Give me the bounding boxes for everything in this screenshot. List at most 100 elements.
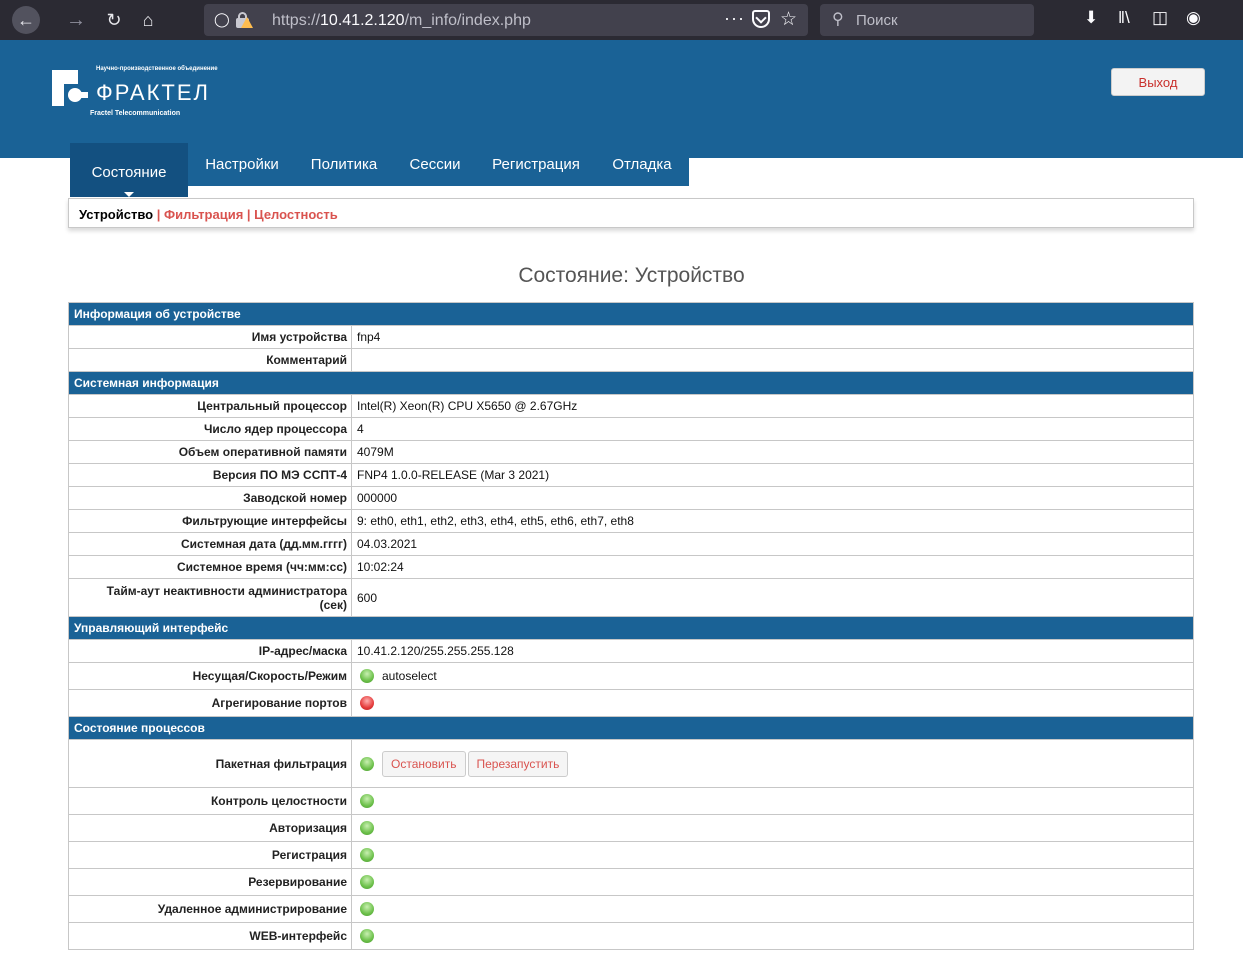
row-value: 10.41.2.120/255.255.255.128 [351, 639, 1194, 663]
row-value: Остановить Перезапустить [351, 739, 1194, 788]
url-text[interactable]: https://10.41.2.120/m_info/index.php [272, 12, 531, 30]
restart-button[interactable]: Перезапустить [467, 750, 569, 777]
row-value: 600 [351, 578, 1194, 617]
row-key: Тайм-аут неактивности администратора (се… [68, 578, 352, 617]
tab-state-label: Состояние [91, 163, 167, 181]
table-row: Несущая/Скорость/Режим autoselect [68, 662, 1194, 690]
home-icon[interactable]: ⌂ [136, 8, 160, 32]
subnav-integrity[interactable]: | Целостность [247, 207, 338, 222]
table-row: Пакетная фильтрация Остановить Перезапусти… [68, 739, 1194, 788]
status-green-icon [360, 794, 374, 809]
table-row: Версия ПО МЭ ССПТ-4 FNP4 1.0.0-RELEASE (M… [68, 463, 1194, 487]
row-key: Авторизация [68, 814, 352, 842]
tab-settings[interactable]: Настройки [196, 143, 288, 186]
section-header: Информация об устройстве [68, 302, 1194, 326]
carrier-value: autoselect [382, 668, 437, 683]
page-actions-icon[interactable]: ··· [724, 8, 745, 29]
tab-sessions-label: Сессии [409, 156, 461, 173]
status-green-icon [360, 848, 374, 863]
section-device-title: Информация об устройстве [68, 302, 1194, 326]
tab-debug[interactable]: Отладка [602, 143, 682, 186]
row-key: Центральный процессор [68, 394, 352, 418]
tab-settings-label: Настройки [205, 156, 279, 173]
downloads-icon[interactable]: ⬇ [1084, 8, 1098, 28]
row-value [351, 841, 1194, 869]
row-value: fnp4 [351, 325, 1194, 349]
forward-arrow-icon[interactable]: → [64, 8, 88, 32]
table-row: Имя устройства fnp4 [68, 325, 1194, 349]
section-header: Системная информация [68, 371, 1194, 395]
row-value [351, 689, 1194, 717]
row-value: 04.03.2021 [351, 532, 1194, 556]
table-row: Удаленное администрирование [68, 895, 1194, 923]
status-green-icon [360, 756, 374, 771]
row-value [351, 787, 1194, 815]
browser-toolbar: ← → ↻ ⌂ ◯ https://10.41.2.120/m_info/ind… [0, 0, 1243, 40]
status-green-icon [360, 821, 374, 836]
status-green-icon [360, 929, 374, 944]
table-row: Контроль целостности [68, 787, 1194, 815]
row-value: FNP4 1.0.0-RELEASE (Mar 3 2021) [351, 463, 1194, 487]
stop-button[interactable]: Остановить [382, 750, 466, 777]
tab-policy[interactable]: Политика [300, 143, 388, 186]
table-row: Фильтрующие интерфейсы 9: eth0, eth1, eth… [68, 509, 1194, 533]
table-row: Объем оперативной памяти 4079M [68, 440, 1194, 464]
table-row: Тайм-аут неактивности администратора (се… [68, 578, 1194, 617]
site-header: Научно-производственное объединение ФРАК… [0, 40, 1243, 158]
fractel-logo: Научно-производственное объединение ФРАК… [52, 66, 242, 126]
row-value: autoselect [351, 662, 1194, 690]
page-title: Состояние: Устройство [518, 264, 745, 287]
logo-tagline: Научно-производственное объединение [96, 66, 218, 72]
sidebar-icon[interactable]: ◫ [1152, 8, 1168, 28]
row-key: Имя устройства [68, 325, 352, 349]
row-key: Контроль целостности [68, 787, 352, 815]
row-value: 4079M [351, 440, 1194, 464]
table-row: Заводской номер 000000 [68, 486, 1194, 510]
row-value: Intel(R) Xeon(R) CPU X5650 @ 2.67GHz [351, 394, 1194, 418]
fractel-logo-mark [52, 70, 92, 110]
row-key: Системное время (чч:мм:сс) [68, 555, 352, 579]
table-row: Системная дата (дд.мм.гггг) 04.03.2021 [68, 532, 1194, 556]
section-mgmt-title: Управляющий интерфейс [68, 616, 1194, 640]
tab-policy-label: Политика [310, 156, 378, 173]
table-row: Авторизация [68, 814, 1194, 842]
subnav-filtering[interactable]: | Фильтрация [157, 207, 244, 222]
section-processes-title: Состояние процессов [68, 716, 1194, 740]
search-icon: ⚲ [832, 11, 844, 28]
shield-icon[interactable]: ◯ [214, 11, 230, 28]
subnav-device[interactable]: Устройство [79, 207, 153, 222]
tab-state[interactable]: Состояние [70, 147, 188, 197]
tab-sessions[interactable]: Сессии [400, 143, 470, 186]
search-placeholder: Поиск [856, 12, 898, 29]
search-input[interactable]: ⚲ Поиск [820, 4, 1034, 36]
row-value: 10:02:24 [351, 555, 1194, 579]
row-key: Пакетная фильтрация [68, 739, 352, 788]
tab-registration[interactable]: Регистрация [482, 143, 590, 186]
account-icon[interactable]: ◉ [1186, 8, 1201, 28]
bookmark-star-icon[interactable]: ☆ [780, 8, 797, 31]
table-row: WEB-интерфейс [68, 922, 1194, 950]
reload-icon[interactable]: ↻ [102, 8, 126, 32]
row-key: Фильтрующие интерфейсы [68, 509, 352, 533]
row-value [351, 922, 1194, 950]
row-key: Регистрация [68, 841, 352, 869]
table-row: Центральный процессор Intel(R) Xeon(R) CP… [68, 394, 1194, 418]
status-green-icon [360, 669, 374, 684]
url-bar[interactable]: ◯ https://10.41.2.120/m_info/index.php ·… [204, 4, 808, 36]
insecure-lock-icon[interactable] [236, 12, 253, 28]
row-value: 9: eth0, eth1, eth2, eth3, eth4, eth5, e… [351, 509, 1194, 533]
row-key: Несущая/Скорость/Режим [68, 662, 352, 690]
row-key: IP-адрес/маска [68, 639, 352, 663]
row-key: Число ядер процессора [68, 417, 352, 441]
status-green-icon [360, 902, 374, 917]
logout-button[interactable]: Выход [1111, 68, 1205, 96]
library-icon[interactable]: ‖\ [1118, 8, 1130, 28]
row-key: Объем оперативной памяти [68, 440, 352, 464]
logo-subtitle: Fractel Telecommunication [90, 110, 181, 117]
back-arrow-icon[interactable]: ← [12, 6, 40, 34]
status-green-icon [360, 875, 374, 890]
pocket-icon[interactable] [752, 10, 770, 28]
device-status-table: Информация об устройстве Имя устройства f… [68, 302, 1194, 950]
section-header: Управляющий интерфейс [68, 616, 1194, 640]
row-value [351, 814, 1194, 842]
